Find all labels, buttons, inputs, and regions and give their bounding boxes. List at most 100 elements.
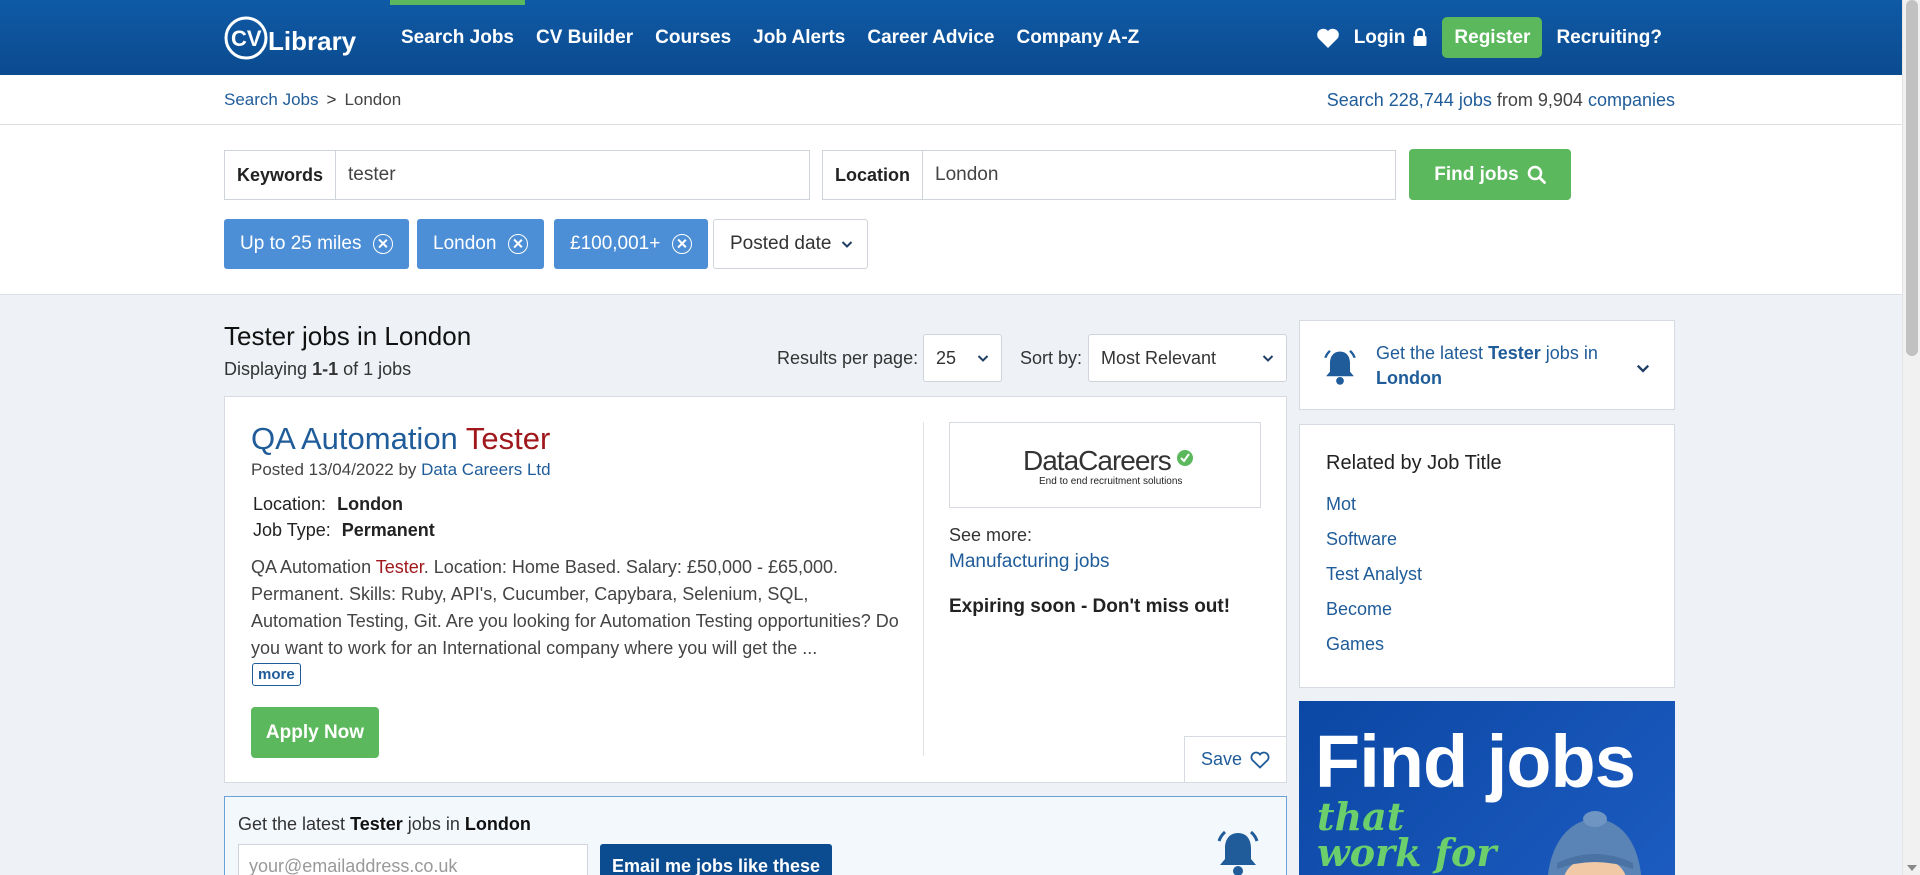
filter-chip-location[interactable]: London <box>417 219 545 269</box>
heart-outline-icon <box>1250 751 1270 769</box>
remove-filter-icon[interactable] <box>672 234 693 254</box>
companies-link[interactable]: companies <box>1588 90 1675 110</box>
logo-name: DataCareers <box>1023 445 1171 476</box>
bell-icon <box>1217 830 1259 875</box>
logo-tagline: End to end recruitment solutions <box>1039 476 1182 487</box>
apply-now-button[interactable]: Apply Now <box>251 707 379 758</box>
search-icon <box>1527 165 1546 184</box>
saved-jobs-heart-icon[interactable] <box>1316 27 1340 49</box>
datacareers-logo-image: DataCareers End to end recruitment solut… <box>1023 445 1193 487</box>
email-me-jobs-button[interactable]: Email me jobs like these <box>600 844 832 875</box>
posted-date-label: Posted date <box>730 233 832 254</box>
login-link[interactable]: Login <box>1354 27 1429 49</box>
find-jobs-ad-banner[interactable]: Find jobs that work for you <box>1299 701 1675 875</box>
nav-courses[interactable]: Courses <box>644 0 742 75</box>
sort-by-select[interactable]: Most Relevant <box>1088 334 1287 382</box>
keywords-input[interactable]: tester <box>336 164 396 186</box>
manufacturing-jobs-link[interactable]: Manufacturing jobs <box>949 551 1110 573</box>
chevron-down-icon <box>977 355 989 362</box>
results-per-page-select[interactable]: 25 <box>923 334 1002 382</box>
displaying-range: 1-1 <box>312 359 339 379</box>
more-button[interactable]: more <box>252 663 301 686</box>
register-button[interactable]: Register <box>1442 17 1543 58</box>
sidebar-alert-keyword: Tester <box>1488 343 1541 363</box>
cv-library-logo[interactable]: CV Library <box>222 12 362 62</box>
location-label: Location <box>823 151 923 199</box>
job-title-part: QA Automation <box>251 421 458 456</box>
jobs-count-link[interactable]: 228,744 jobs <box>1389 90 1492 110</box>
sidebar-alert-pre: Get the latest <box>1376 343 1484 363</box>
related-link-software[interactable]: Software <box>1326 529 1397 549</box>
save-label: Save <box>1200 749 1243 769</box>
breadcrumb-current: London <box>344 90 402 109</box>
keywords-field[interactable]: Keywords tester <box>224 150 810 200</box>
ad-title: Find jobs <box>1315 720 1636 803</box>
nav-company-a-z[interactable]: Company A-Z <box>1005 0 1150 75</box>
location-input[interactable]: London <box>923 164 998 186</box>
related-job-titles: Related by Job Title Mot Software Test A… <box>1299 424 1675 688</box>
nav-career-advice[interactable]: Career Advice <box>856 0 1005 75</box>
see-more-label: See more: <box>949 525 1033 545</box>
scroll-down-arrow-icon[interactable] <box>1907 865 1917 871</box>
remove-filter-icon[interactable] <box>373 234 394 254</box>
companies-count: 9,904 <box>1537 90 1583 110</box>
nav-search-jobs[interactable]: Search Jobs <box>390 0 525 75</box>
scrollbar-thumb[interactable] <box>1906 0 1918 356</box>
job-card: QA Automation Tester Posted 13/04/2022 b… <box>224 396 1287 783</box>
remove-filter-icon[interactable] <box>508 234 529 254</box>
alert-text-mid: jobs in <box>407 814 460 834</box>
sort-by-value: Most Relevant <box>1101 347 1217 368</box>
job-type-value: Permanent <box>341 520 435 540</box>
related-link-mot[interactable]: Mot <box>1326 494 1356 514</box>
related-link-become[interactable]: Become <box>1326 599 1392 619</box>
filter-chip-distance[interactable]: Up to 25 miles <box>224 219 410 269</box>
email-alert-box: Get the latest Tester jobs in London you… <box>224 796 1287 875</box>
filter-chip-salary[interactable]: £100,001+ <box>554 219 709 269</box>
sidebar-alert-mid: jobs in <box>1545 343 1598 363</box>
desc-keyword: Tester <box>375 557 424 577</box>
breadcrumb-search-jobs[interactable]: Search Jobs <box>224 90 319 109</box>
filter-chip-label: London <box>433 233 497 254</box>
company-logo[interactable]: DataCareers End to end recruitment solut… <box>949 422 1261 508</box>
location-meta-value: London <box>337 494 404 514</box>
save-job-button[interactable]: Save <box>1184 736 1287 783</box>
svg-text:CV: CV <box>231 26 262 51</box>
page-scrollbar[interactable] <box>1902 0 1920 875</box>
job-type-label: Job Type: <box>253 520 331 540</box>
chevron-down-icon <box>1636 364 1650 373</box>
email-input[interactable]: your@emailaddress.co.uk <box>238 844 588 875</box>
alert-keyword: Tester <box>350 814 403 834</box>
chevron-down-icon <box>1262 355 1274 362</box>
search-stats-prefix[interactable]: Search <box>1327 90 1384 110</box>
ad-person-illustration <box>1548 811 1642 875</box>
job-counts: Search 228,744 jobs from 9,904 companies <box>1327 75 1675 125</box>
desc-start: QA Automation <box>251 557 372 577</box>
breadcrumb: Search Jobs > London <box>224 75 401 125</box>
related-link-test-analyst[interactable]: Test Analyst <box>1326 564 1422 584</box>
nav-job-alerts[interactable]: Job Alerts <box>742 0 856 75</box>
login-label: Login <box>1353 26 1406 48</box>
job-description: QA Automation Tester. Location: Home Bas… <box>251 554 901 662</box>
chevron-down-icon <box>842 241 853 248</box>
recruiting-link[interactable]: Recruiting? <box>1556 27 1662 49</box>
results-count: Displaying 1-1 of 1 jobs <box>224 359 411 380</box>
breadcrumb-bar: Search Jobs > London Search 228,744 jobs f… <box>0 75 1902 125</box>
posted-date: Posted 13/04/2022 by <box>251 460 417 479</box>
posted-info: Posted 13/04/2022 by Data Careers Ltd <box>251 460 551 480</box>
filter-chip-label: Up to 25 miles <box>240 233 362 254</box>
location-field[interactable]: Location London <box>822 150 1396 200</box>
job-title-link[interactable]: QA Automation Tester <box>251 421 550 457</box>
related-link-games[interactable]: Games <box>1326 634 1384 654</box>
filter-chip-label: £100,001+ <box>570 233 661 254</box>
find-jobs-button[interactable]: Find jobs <box>1409 149 1571 200</box>
find-jobs-label: Find jobs <box>1434 163 1519 185</box>
posted-date-dropdown[interactable]: Posted date <box>713 219 868 269</box>
expiring-soon-notice: Expiring soon - Don't miss out! <box>949 596 1231 617</box>
search-area: Keywords tester Location London Find job… <box>0 125 1902 295</box>
lock-icon <box>1413 28 1427 46</box>
sidebar-job-alert[interactable]: Get the latest Tester jobs in London <box>1299 320 1675 410</box>
company-link[interactable]: Data Careers Ltd <box>421 460 550 479</box>
breadcrumb-separator: > <box>326 90 337 109</box>
card-divider <box>923 422 924 756</box>
nav-cv-builder[interactable]: CV Builder <box>525 0 644 75</box>
